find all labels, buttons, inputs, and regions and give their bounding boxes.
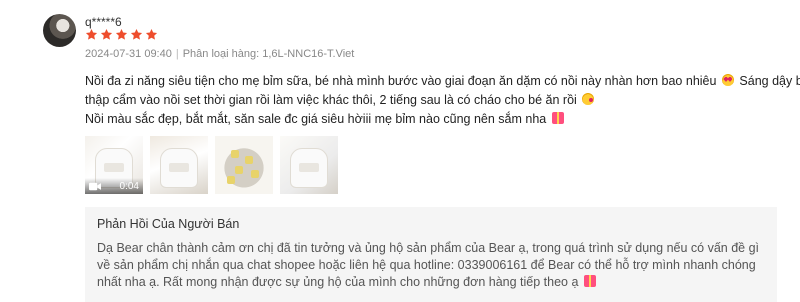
gift-heart-icon xyxy=(583,275,596,287)
video-duration: 0:04 xyxy=(119,180,139,192)
seller-reply-body: Dạ Bear chân thành cảm ơn chị đã tin tưở… xyxy=(97,240,765,291)
review-text-line2: thập cẩm vào nồi set thời gian rồi làm v… xyxy=(85,93,577,107)
review-line: thập cẩm vào nồi set thời gian rồi làm v… xyxy=(85,91,785,110)
star-icon xyxy=(85,28,98,41)
review-text-line1-end: Sáng dậy bỏ xyxy=(739,74,800,88)
food-piece xyxy=(251,170,259,178)
video-camera-icon xyxy=(89,182,101,191)
meta-separator: | xyxy=(175,48,179,60)
food-piece xyxy=(245,156,253,164)
review-meta: 2024-07-31 09:40 | Phân loại hàng: 1,6L-NN… xyxy=(85,48,354,60)
review-text-line3: Nồi màu sắc đẹp, bắt mắt, săn sale đc gi… xyxy=(85,112,547,126)
variation-label: Phân loại hàng: xyxy=(182,48,260,60)
face-blowing-kiss-icon xyxy=(582,93,595,105)
review-video-thumbnail[interactable]: 0:04 xyxy=(85,136,143,194)
rating-stars xyxy=(85,28,158,41)
review-content: Nồi đa zi năng siêu tiện cho mẹ bỉm sữa,… xyxy=(85,72,800,129)
food-piece xyxy=(235,166,243,174)
smiling-face-heart-eyes-icon xyxy=(721,74,734,86)
avatar[interactable] xyxy=(43,14,76,47)
video-bar: 0:04 xyxy=(85,178,143,194)
review-media: 0:04 xyxy=(85,136,338,194)
food-piece xyxy=(227,176,235,184)
product-pot-image xyxy=(290,148,328,188)
seller-reply-text: Dạ Bear chân thành cảm ơn chị đã tin tưở… xyxy=(97,241,760,289)
star-icon xyxy=(100,28,113,41)
review-line: Nồi màu sắc đẹp, bắt mắt, săn sale đc gi… xyxy=(85,110,785,129)
review-image-thumbnail[interactable] xyxy=(215,136,273,194)
seller-reply-title: Phản Hồi Của Người Bán xyxy=(97,217,240,231)
review-image-thumbnail[interactable] xyxy=(280,136,338,194)
reviewer-username: q*****6 xyxy=(85,15,122,29)
review-date: 2024-07-31 09:40 xyxy=(85,48,172,60)
star-icon xyxy=(115,28,128,41)
product-review: q*****6 2024-07-31 09:40 | Phân loại hàng:… xyxy=(0,0,800,302)
variation-value: 1,6L-NNC16-T.Viet xyxy=(262,48,355,60)
gift-heart-icon xyxy=(551,112,564,124)
product-pot-image xyxy=(160,148,198,188)
star-icon xyxy=(130,28,143,41)
review-line: Nồi đa zi năng siêu tiện cho mẹ bỉm sữa,… xyxy=(85,72,800,91)
star-icon xyxy=(145,28,158,41)
seller-reply: Phản Hồi Của Người Bán Dạ Bear chân thàn… xyxy=(85,207,777,302)
review-image-thumbnail[interactable] xyxy=(150,136,208,194)
review-text-line1: Nồi đa zi năng siêu tiện cho mẹ bỉm sữa,… xyxy=(85,74,717,88)
food-piece xyxy=(231,150,239,158)
